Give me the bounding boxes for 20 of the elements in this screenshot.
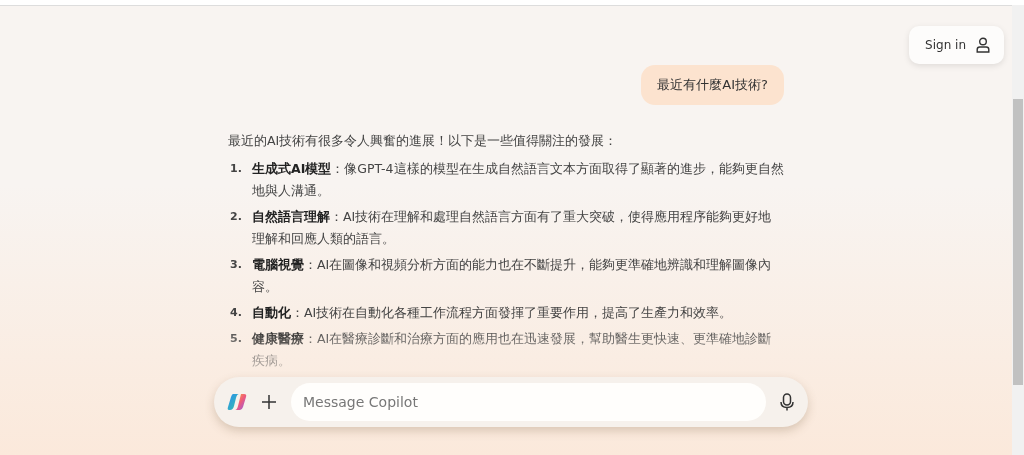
sign-in-button[interactable]: Sign in (909, 26, 1004, 64)
scrollbar-thumb[interactable] (1013, 99, 1023, 385)
scrollbar[interactable] (1012, 5, 1024, 455)
reply-intro: 最近的AI技術有很多令人興奮的進展！以下是一些值得關注的發展： (228, 132, 619, 150)
list-item-text: 生成式AI模型：像GPT-4這樣的模型在生成自然語言文本方面取得了顯著的進步，能夠更自然地與人溝通。 (252, 160, 784, 200)
logo-icon (227, 392, 247, 412)
list-item-text: 電腦視覺：AI在圖像和視頻分析方面的能力也在不斷提升，能夠更準確地辨識和理解圖像內容。 (252, 256, 773, 296)
user-message: 最近有什麼AI技術? (641, 65, 784, 105)
message-input[interactable]: Message Copilot (291, 383, 766, 421)
add-button[interactable] (259, 392, 279, 412)
list-number: 5. (229, 331, 243, 347)
list-number: 2. (229, 209, 243, 225)
list-item-text: 自然語言理解：AI技術在理解和處理自然語言方面有了重大突破，使得應用程序能夠更好地理解和回應人類的語言。 (252, 208, 773, 248)
microphone-button[interactable] (778, 391, 796, 413)
user-icon (976, 37, 990, 53)
list-item-text: 自動化：AI技術在自動化各種工作流程方面發揮了重要作用，提高了生產力和效率。 (252, 304, 733, 322)
list-number: 4. (229, 305, 243, 321)
list-number: 1. (229, 161, 243, 177)
list-item-text: 健康醫療：AI在醫療診斷和治療方面的應用也在迅速發展，幫助醫生更快速、更準確地診斷疾病。 (252, 330, 773, 370)
list-number: 3. (229, 257, 243, 273)
